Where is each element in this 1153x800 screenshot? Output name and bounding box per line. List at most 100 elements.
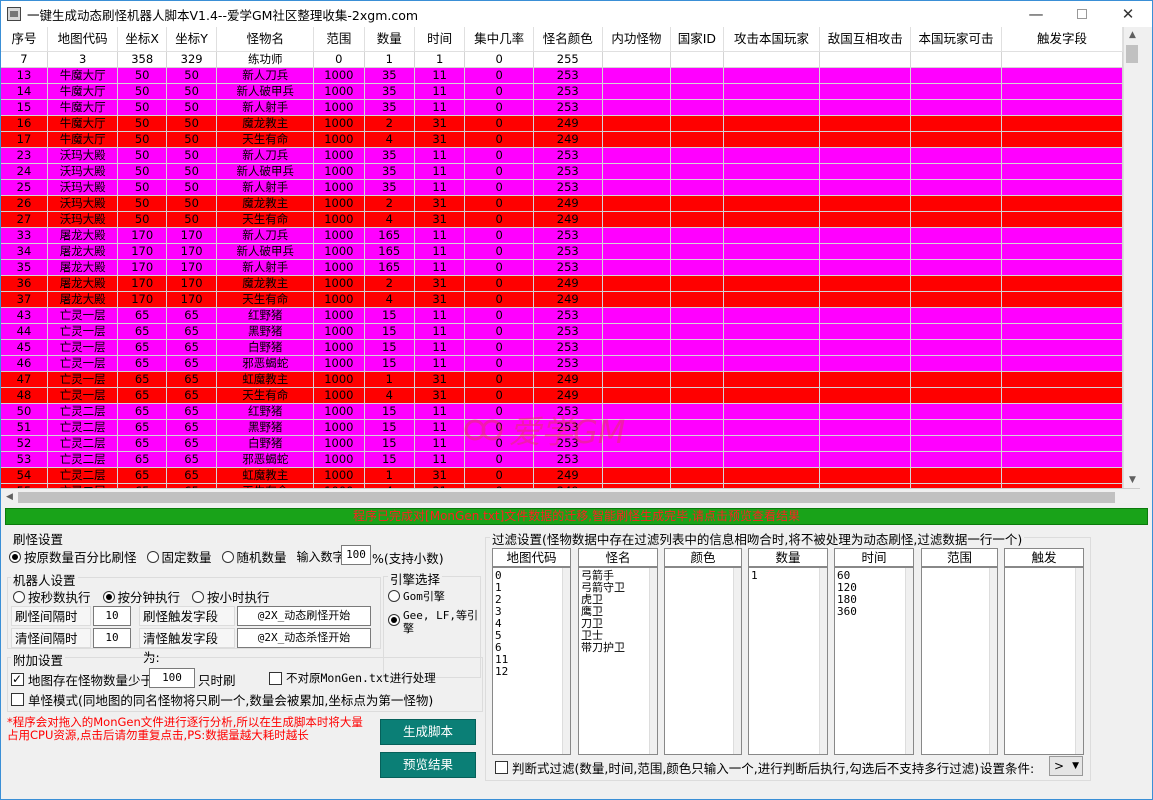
map-count-input[interactable]: 100 [149, 668, 195, 688]
checkbox-single-mode[interactable] [11, 693, 24, 706]
filter-list[interactable] [921, 567, 998, 755]
radio-gom[interactable]: Gom引擎 [388, 588, 445, 605]
table-row[interactable]: 16 牛魔大厅 50 50 魔龙教主 1000 2 31 0 249 [1, 115, 1124, 132]
maximize-button[interactable] [1059, 1, 1105, 27]
minimize-button[interactable]: — [1013, 1, 1059, 27]
column-header[interactable]: 本国玩家可击 [910, 27, 1002, 52]
vertical-scroll-thumb[interactable] [1126, 45, 1138, 63]
brush-interval-input[interactable]: 10 [93, 606, 131, 626]
column-header[interactable]: 范围 [313, 27, 365, 52]
checkbox-map-count[interactable] [11, 672, 24, 686]
radio-percent[interactable]: 按原数量百分比刷怪 [9, 547, 137, 566]
table-row[interactable]: 47 亡灵一层 65 65 虹魔教主 1000 1 31 0 249 [1, 371, 1124, 388]
filter-list-scrollbar[interactable] [819, 568, 827, 754]
column-header[interactable]: 敌国互相攻击 [819, 27, 912, 52]
table-row[interactable]: 46 亡灵一层 65 65 邪恶蝎蛇 1000 15 11 0 253 [1, 355, 1124, 372]
column-header[interactable]: 国家ID [670, 27, 724, 52]
table-cell: 65 [117, 387, 167, 404]
column-header[interactable]: 攻击本国玩家 [723, 27, 821, 52]
column-header[interactable]: 坐标Y [166, 27, 218, 52]
horizontal-scrollbar[interactable]: ◀ [1, 489, 1123, 506]
clear-trigger-input[interactable]: @2X_动态杀怪开始 [237, 628, 371, 648]
column-header[interactable]: 内功怪物 [602, 27, 672, 52]
radio-seconds[interactable]: 按秒数执行 [13, 587, 91, 606]
column-header[interactable]: 地图代码 [47, 27, 119, 52]
table-row[interactable]: 37 屠龙大殿 170 170 天生有命 1000 4 31 0 249 [1, 291, 1124, 308]
clear-interval-input[interactable]: 10 [93, 628, 131, 648]
scroll-down-icon[interactable]: ▼ [1124, 472, 1140, 488]
generate-script-button[interactable]: 生成脚本 [380, 719, 476, 745]
brush-trigger-input[interactable]: @2X_动态刷怪开始 [237, 606, 371, 626]
table-row[interactable]: 23 沃玛大殿 50 50 新人刀兵 1000 35 11 0 253 [1, 147, 1124, 164]
table-row[interactable]: 25 沃玛大殿 50 50 新人射手 1000 35 11 0 253 [1, 179, 1124, 196]
table-cell [1001, 51, 1124, 68]
column-header[interactable]: 集中几率 [464, 27, 534, 52]
percent-input[interactable]: 100 [341, 545, 371, 565]
filter-list-scrollbar[interactable] [905, 568, 913, 754]
filter-list-scrollbar[interactable] [562, 568, 570, 754]
table-row[interactable]: 27 沃玛大殿 50 50 天生有命 1000 4 31 0 249 [1, 211, 1124, 228]
column-header[interactable]: 怪物名 [216, 27, 315, 52]
table-row[interactable]: 33 屠龙大殿 170 170 新人刀兵 1000 165 11 0 253 [1, 227, 1124, 244]
table-row[interactable]: 44 亡灵一层 65 65 黑野猪 1000 15 11 0 253 [1, 323, 1124, 340]
preview-result-button[interactable]: 预览结果 [380, 752, 476, 778]
table-row[interactable]: 43 亡灵一层 65 65 红野猪 1000 15 11 0 253 [1, 307, 1124, 324]
column-header[interactable]: 时间 [414, 27, 466, 52]
table-row[interactable]: 13 牛魔大厅 50 50 新人刀兵 1000 35 11 0 253 [1, 67, 1124, 84]
filter-list[interactable]: 弓箭手 弓箭守卫 虎卫 鹰卫 刀卫 卫士 带刀护卫 [578, 567, 658, 755]
filter-list[interactable]: 0 1 2 3 4 5 6 11 12 [492, 567, 571, 755]
table-row[interactable]: 54 亡灵二层 65 65 虹魔教主 1000 1 31 0 249 [1, 467, 1124, 484]
table-row[interactable]: 35 屠龙大殿 170 170 新人射手 1000 165 11 0 253 [1, 259, 1124, 276]
column-header[interactable]: 序号 [1, 27, 48, 52]
table-cell [819, 259, 912, 276]
column-header[interactable]: 坐标X [117, 27, 167, 52]
table-row[interactable]: 24 沃玛大殿 50 50 新人破甲兵 1000 35 11 0 253 [1, 163, 1124, 180]
filter-list[interactable] [664, 567, 742, 755]
horizontal-scroll-thumb[interactable] [18, 492, 1115, 503]
vertical-scrollbar[interactable]: ▲ ▼ [1123, 27, 1140, 488]
radio-random[interactable]: 随机数量 [221, 547, 287, 566]
filter-list[interactable]: 1 [748, 567, 828, 755]
table-row[interactable]: 15 牛魔大厅 50 50 新人射手 1000 35 11 0 253 [1, 99, 1124, 116]
column-header[interactable]: 数量 [364, 27, 415, 52]
table-row[interactable]: 50 亡灵二层 65 65 红野猪 1000 15 11 0 253 [1, 403, 1124, 420]
checkbox-judge-filter[interactable] [495, 761, 508, 774]
table-cell [910, 275, 1002, 292]
table-row[interactable]: 48 亡灵一层 65 65 天生有命 1000 4 31 0 249 [1, 387, 1124, 404]
column-header[interactable]: 怪名颜色 [533, 27, 603, 52]
radio-gee[interactable]: Gee, LF,等引擎 [388, 609, 478, 635]
table-row[interactable]: 36 屠龙大殿 170 170 魔龙教主 1000 2 31 0 249 [1, 275, 1124, 292]
table-row[interactable]: 34 屠龙大殿 170 170 新人破甲兵 1000 165 11 0 253 [1, 243, 1124, 260]
table-cell: 255 [533, 51, 603, 68]
table-row[interactable]: 45 亡灵一层 65 65 白野猪 1000 15 11 0 253 [1, 339, 1124, 356]
table-cell: 50 [1, 403, 48, 420]
scroll-left-icon[interactable]: ◀ [1, 489, 18, 506]
scroll-up-icon[interactable]: ▲ [1124, 27, 1140, 44]
filter-list-scrollbar[interactable] [1075, 568, 1083, 754]
table-row[interactable]: 52 亡灵二层 65 65 白野猪 1000 15 11 0 253 [1, 435, 1124, 452]
table-row[interactable]: 53 亡灵二层 65 65 邪恶蝎蛇 1000 15 11 0 253 [1, 451, 1124, 468]
table-cell: 65 [166, 355, 218, 372]
checkbox-no-process[interactable] [269, 671, 282, 685]
table-cell: 25 [1, 179, 48, 196]
filter-list-scrollbar[interactable] [649, 568, 657, 754]
table-cell: 13 [1, 67, 48, 84]
filter-list-scrollbar[interactable] [989, 568, 997, 754]
engine-title: 引擎选择 [388, 569, 443, 588]
table-row[interactable]: 7 3 358 329 练功师 0 1 1 0 255 [1, 51, 1124, 68]
filter-list[interactable]: 60 120 180 360 [834, 567, 914, 755]
column-header[interactable]: 触发字段 [1001, 27, 1124, 52]
filter-list[interactable] [1004, 567, 1084, 755]
table-row[interactable]: 14 牛魔大厅 50 50 新人破甲兵 1000 35 11 0 253 [1, 83, 1124, 100]
table-cell: 沃玛大殿 [47, 179, 119, 196]
radio-fixed[interactable]: 固定数量 [146, 547, 212, 566]
close-button[interactable]: ✕ [1105, 1, 1151, 27]
filter-list-scrollbar[interactable] [733, 568, 741, 754]
radio-hours[interactable]: 按小时执行 [192, 587, 270, 606]
table-row[interactable]: 26 沃玛大殿 50 50 魔龙教主 1000 2 31 0 249 [1, 195, 1124, 212]
table-row[interactable]: 51 亡灵二层 65 65 黑野猪 1000 15 11 0 253 [1, 419, 1124, 436]
monster-table[interactable]: 序号 地图代码 坐标X 坐标Y 怪物名 范围 数量 时间 集中几率 怪名颜色 内功怪物 国家ID 攻击本… [1, 27, 1140, 489]
radio-minutes[interactable]: 按分钟执行 [102, 587, 180, 606]
table-row[interactable]: 17 牛魔大厅 50 50 天生有命 1000 4 31 0 249 [1, 131, 1124, 148]
condition-select[interactable]: > ▼ [1049, 756, 1083, 776]
